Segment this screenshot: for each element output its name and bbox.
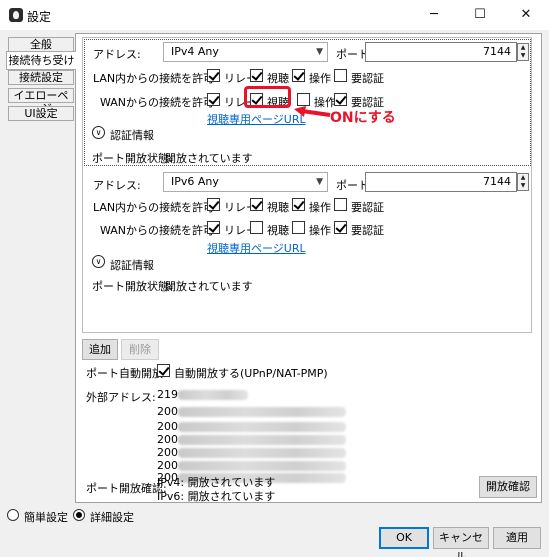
redacted-ipv4 — [178, 390, 248, 400]
auto-open-checkbox[interactable] — [157, 364, 170, 377]
wan-relay-checkbox[interactable] — [207, 221, 220, 234]
lan-view-label: 視聴 — [267, 201, 289, 214]
chevron-down-icon: ▼ — [316, 47, 323, 57]
address-select[interactable]: IPv4 Any ▼ — [163, 42, 328, 62]
address-value: IPv6 Any — [171, 175, 219, 188]
wan-control-checkbox[interactable] — [297, 93, 310, 106]
external-address-label: 外部アドレス: — [86, 391, 156, 404]
lan-control-label: 操作 — [309, 72, 331, 85]
port-stepper[interactable]: ▲ ▼ — [517, 43, 529, 61]
lan-allow-label: LAN内からの接続を許可: — [93, 201, 218, 214]
tab-ui[interactable]: UI設定 — [8, 106, 74, 121]
lan-auth-label: 要認証 — [351, 72, 384, 85]
tab-yellow-pages[interactable]: イエローページ — [8, 88, 74, 115]
highlight-box — [244, 86, 291, 108]
external-ipv6-prefix: 200 — [157, 420, 178, 433]
lan-control-checkbox[interactable] — [292, 198, 305, 211]
port-stepper[interactable]: ▲ ▼ — [517, 173, 529, 191]
port-check-label: ポート開放確認: — [86, 482, 167, 495]
address-label: アドレス: — [93, 48, 141, 61]
down-arrow-icon: ▼ — [520, 52, 526, 59]
external-ipv6-prefix: 200 — [157, 405, 178, 418]
auth-info-label: 認証情報 — [110, 259, 154, 272]
port-check-button[interactable]: 開放確認 — [479, 476, 537, 498]
expand-auth-icon[interactable]: ∨ — [92, 255, 105, 268]
wan-allow-label: WANからの接続を許可: — [100, 224, 218, 237]
detail-mode-label: 詳細設定 — [90, 511, 134, 524]
external-ipv6-prefix: 200 — [157, 433, 178, 446]
port-check-ipv6: IPv6: 開放されています — [157, 490, 276, 503]
up-arrow-icon: ▲ — [520, 174, 526, 181]
minimize-button[interactable]: ─ — [411, 0, 457, 30]
lan-control-checkbox[interactable] — [292, 69, 305, 82]
port-status-value: 開放されています — [165, 280, 253, 293]
delete-button[interactable]: 削除 — [121, 339, 159, 360]
window-title: 設定 — [27, 10, 52, 24]
external-ipv4-prefix: 219 — [157, 388, 178, 401]
wan-auth-label: 要認証 — [351, 224, 384, 237]
wan-auth-checkbox[interactable] — [334, 221, 347, 234]
expand-auth-icon[interactable]: ∨ — [92, 126, 105, 139]
tab-connection[interactable]: 接続設定 — [8, 70, 74, 85]
redacted-ipv6 — [178, 448, 346, 458]
annotation-callout: ONにする — [330, 110, 396, 126]
view-only-page-link[interactable]: 視聴専用ページURL — [207, 240, 306, 256]
port-status-label: ポート開放状態: — [92, 152, 173, 165]
apply-button[interactable]: 適用 — [493, 527, 541, 549]
auth-info-label: 認証情報 — [110, 129, 154, 142]
wan-auth-checkbox[interactable] — [334, 93, 347, 106]
simple-mode-radio[interactable] — [7, 509, 19, 521]
lan-view-checkbox[interactable] — [250, 69, 263, 82]
lan-view-checkbox[interactable] — [250, 198, 263, 211]
tab-listen[interactable]: 接続待ち受け — [6, 51, 76, 70]
wan-relay-checkbox[interactable] — [207, 93, 220, 106]
add-button[interactable]: 追加 — [82, 339, 118, 360]
chevron-down-icon: ▼ — [316, 177, 323, 187]
cancel-button[interactable]: キャンセル — [433, 527, 489, 557]
wan-view-checkbox[interactable] — [250, 221, 263, 234]
maximize-button[interactable]: ☐ — [457, 0, 503, 30]
close-button[interactable]: ✕ — [503, 0, 549, 30]
lan-auth-label: 要認証 — [351, 201, 384, 214]
up-arrow-icon: ▲ — [520, 44, 526, 51]
port-status-label: ポート開放状態: — [92, 280, 173, 293]
app-icon — [9, 8, 23, 22]
auto-open-checkbox-label: 自動開放する(UPnP/NAT-PMP) — [174, 367, 328, 380]
lan-control-label: 操作 — [309, 201, 331, 214]
ok-button[interactable]: OK — [379, 527, 429, 549]
auto-open-label: ポート自動開放: — [86, 367, 167, 380]
wan-allow-label: WANからの接続を許可: — [100, 96, 218, 109]
wan-control-label: 操作 — [309, 224, 331, 237]
redacted-ipv6 — [178, 461, 346, 471]
tab-general[interactable]: 全般 — [8, 37, 74, 52]
lan-view-label: 視聴 — [267, 72, 289, 85]
detail-mode-radio[interactable] — [73, 509, 85, 521]
redacted-ipv6 — [178, 422, 346, 432]
simple-mode-label: 簡単設定 — [24, 511, 68, 524]
port-input[interactable]: 7144 — [365, 172, 517, 192]
lan-relay-checkbox[interactable] — [207, 198, 220, 211]
redacted-ipv6 — [178, 435, 346, 445]
lan-auth-checkbox[interactable] — [334, 69, 347, 82]
title-bar: 設定 ─ ☐ ✕ — [0, 0, 549, 30]
lan-auth-checkbox[interactable] — [334, 198, 347, 211]
wan-view-label: 視聴 — [267, 224, 289, 237]
view-only-page-link[interactable]: 視聴専用ページURL — [207, 111, 306, 127]
address-label: アドレス: — [93, 179, 141, 192]
port-status-value: 開放されています — [165, 152, 253, 165]
wan-control-checkbox[interactable] — [292, 221, 305, 234]
lan-allow-label: LAN内からの接続を許可: — [93, 72, 218, 85]
redacted-ipv6 — [178, 407, 346, 417]
address-select[interactable]: IPv6 Any ▼ — [163, 172, 328, 192]
lan-relay-checkbox[interactable] — [207, 69, 220, 82]
down-arrow-icon: ▼ — [520, 182, 526, 189]
port-input[interactable]: 7144 — [365, 42, 517, 62]
external-ipv6-prefix: 200 — [157, 446, 178, 459]
address-value: IPv4 Any — [171, 45, 219, 58]
